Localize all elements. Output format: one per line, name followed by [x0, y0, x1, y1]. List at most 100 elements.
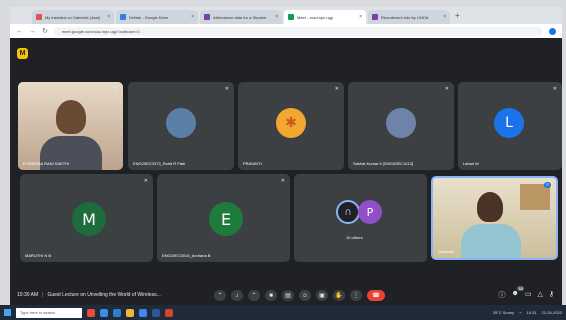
word-icon[interactable] [152, 308, 160, 317]
taskbar-search-input[interactable]: Type here to search [16, 307, 82, 318]
host-controls-icon[interactable]: ⚷ [549, 290, 554, 300]
speaking-icon: ≡ [544, 182, 551, 188]
tab-close-icon[interactable]: × [107, 14, 110, 20]
clock-time[interactable]: 10:31 [527, 310, 537, 315]
raise-hand-icon[interactable]: ✋ [333, 290, 345, 301]
tab-favicon-icon [204, 14, 210, 20]
mic-muted-icon: ✕ [334, 86, 339, 92]
people-icon[interactable]: ☻ 48 [511, 286, 524, 300]
participant-tile[interactable]: M MARUTHI N B ✕ [20, 174, 153, 262]
tab-favicon-icon [288, 14, 294, 20]
microphone-icon[interactable]: ♪ [231, 290, 243, 301]
browser-tab[interactable]: Attendance data for a Student × [200, 10, 282, 24]
meet-app-badge: M [17, 48, 28, 59]
network-icon[interactable]: ⌁ [519, 310, 521, 315]
chat-icon[interactable]: ▭ [525, 290, 532, 300]
participant-name: MARUTHI N B [25, 253, 51, 258]
browser-tab-bar: My installed on Gabrielle (Assl) × Delil… [10, 7, 562, 24]
meet-side-controls: ⓘ ☻ 48 ▭ △ ⚷ [498, 286, 554, 300]
browser-tab[interactable]: My installed on Gabrielle (Assl) × [32, 10, 114, 24]
camera-icon[interactable]: ■ [265, 290, 277, 301]
participant-tile[interactable]: ✱ PRANATH ✕ [238, 82, 344, 170]
participant-name: Lahari M [463, 161, 479, 166]
participant-tile[interactable]: ENG20EC0373_Rohit R Patil ✕ [128, 82, 234, 170]
participant-name: PRANATH [243, 161, 262, 166]
starfish-avatar-icon: ✱ [276, 108, 306, 138]
task-view-icon[interactable] [100, 308, 108, 317]
participant-avatar-image: ∩ [336, 200, 360, 224]
more-options-icon[interactable]: ⋮ [350, 290, 362, 301]
person-head-icon [477, 192, 503, 222]
person-body-icon [461, 224, 521, 258]
app-icon[interactable] [87, 308, 95, 317]
participant-name: ENG20EC0373_Rohit R Patil [133, 161, 186, 166]
participant-avatar-image [166, 108, 196, 138]
tab-close-icon[interactable]: × [191, 14, 194, 20]
reload-icon[interactable]: ↻ [42, 27, 48, 35]
participant-tile[interactable]: E ENG20EC0015_Archana B ✕ [157, 174, 290, 262]
mic-muted-icon: ✕ [143, 178, 148, 184]
tab-close-icon[interactable]: × [443, 14, 446, 20]
screen: My installed on Gabrielle (Assl) × Delil… [0, 0, 566, 320]
tab-title: Delilah - Google Drive [129, 14, 169, 20]
weather-label[interactable]: 29°C Sunny [493, 310, 514, 315]
tab-favicon-icon [372, 14, 378, 20]
tab-close-icon[interactable]: × [275, 14, 278, 20]
system-tray: 29°C Sunny ⌁ 10:31 21-04-2023 [493, 310, 562, 315]
participant-avatar-letter: P [358, 200, 382, 224]
call-controls: ⌃ ♪ ⌃ ■ ▤ ☺ ▣ ✋ ⋮ ☎ [214, 290, 385, 301]
participant-tile[interactable]: Sakhat Kumar K [ENG20EC1012] ✕ [348, 82, 454, 170]
others-count-label: 10 others [346, 235, 363, 240]
person-head-icon [56, 100, 86, 134]
forward-icon[interactable]: → [29, 28, 36, 35]
info-icon[interactable]: ⓘ [498, 290, 505, 300]
participants-count-badge: 48 [517, 286, 524, 291]
participant-avatar-letter: M [72, 202, 106, 236]
mic-muted-icon: ✕ [444, 86, 449, 92]
browser-toolbar: ← → ↻ meet.google.com/oca-hqrz-ugp?authu… [10, 24, 562, 38]
powerpoint-icon[interactable] [165, 308, 173, 317]
participant-avatar-letter: L [494, 108, 524, 138]
mic-muted-icon: ✕ [113, 86, 118, 92]
profile-avatar-icon[interactable] [549, 27, 556, 35]
mic-chevron-icon[interactable]: ⌃ [214, 290, 226, 301]
participant-name: R.SHEEBA RANI SAKTHI [23, 161, 70, 166]
windows-start-icon[interactable] [4, 309, 11, 316]
address-bar[interactable]: meet.google.com/oca-hqrz-ugp?authuser=0 [53, 26, 543, 36]
captions-icon[interactable]: ▤ [282, 290, 294, 301]
participant-tile-active-speaker[interactable]: Sreekala ≡ [431, 176, 558, 260]
tab-title: Meet - oca-hqrz-ugp [297, 14, 334, 20]
clock-date[interactable]: 21-04-2023 [542, 310, 562, 315]
mic-muted-icon: ✕ [280, 178, 285, 184]
participant-tile[interactable]: R.SHEEBA RANI SAKTHI ✕ [18, 82, 123, 170]
participant-name: ENG20EC0015_Archana B [162, 253, 211, 258]
camera-chevron-icon[interactable]: ⌃ [248, 290, 260, 301]
tab-favicon-icon [120, 14, 126, 20]
others-tile[interactable]: ∩ P 10 others [294, 174, 427, 262]
participant-tile[interactable]: L Lahari M ✕ [458, 82, 562, 170]
present-icon[interactable]: ▣ [316, 290, 328, 301]
tab-title: My installed on Gabrielle (Assl) [45, 14, 101, 20]
tab-close-icon[interactable]: × [359, 14, 362, 20]
meet-control-bar: 10:30 AM | Guest Lecture on Unveiling th… [10, 285, 562, 305]
participant-name: Sreekala [438, 249, 454, 254]
chrome-icon[interactable] [139, 308, 147, 317]
end-call-button[interactable]: ☎ [367, 290, 385, 301]
tab-title: Recruitment Info by LINDA [381, 14, 429, 20]
browser-tab-active[interactable]: Meet - oca-hqrz-ugp × [284, 10, 366, 24]
participant-avatar-image [386, 108, 416, 138]
back-icon[interactable]: ← [16, 28, 23, 35]
tab-title: Attendance data for a Student [213, 14, 267, 20]
edge-icon[interactable] [113, 308, 121, 317]
participant-name: Sakhat Kumar K [ENG20EC1012] [353, 161, 414, 166]
activities-icon[interactable]: △ [537, 290, 542, 300]
file-explorer-icon[interactable] [126, 308, 134, 317]
mic-muted-icon: ✕ [224, 86, 229, 92]
participant-avatar-letter: E [209, 202, 243, 236]
new-tab-button[interactable]: + [455, 11, 460, 20]
browser-tab[interactable]: Recruitment Info by LINDA × [368, 10, 450, 24]
tab-favicon-icon [36, 14, 42, 20]
emoji-icon[interactable]: ☺ [299, 290, 311, 301]
browser-tab[interactable]: Delilah - Google Drive × [116, 10, 198, 24]
meeting-title: Guest Lecture on Unveiling the World of … [47, 292, 161, 298]
